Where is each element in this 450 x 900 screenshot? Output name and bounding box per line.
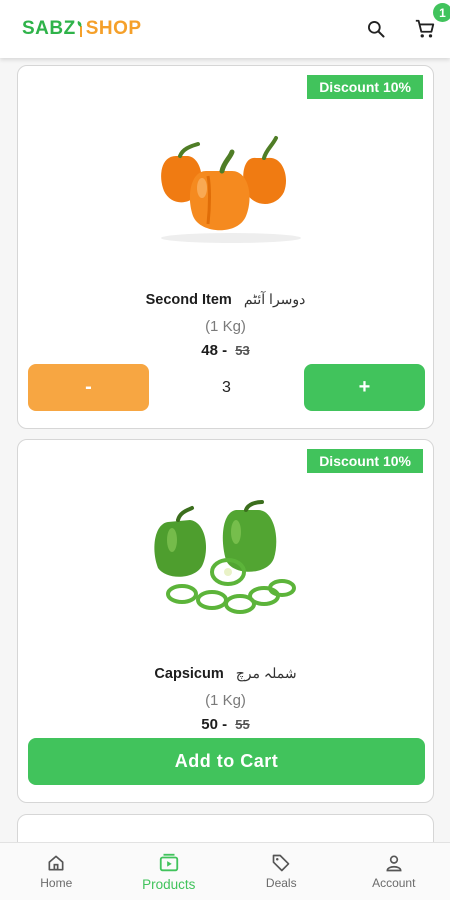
nav-item-account[interactable]: Account <box>338 843 450 900</box>
increase-quantity-button[interactable]: + <box>304 364 425 411</box>
products-icon <box>159 853 178 871</box>
product-price-row: 48 - 53 <box>18 342 433 359</box>
nav-label-home: Home <box>40 876 73 890</box>
search-icon <box>368 21 385 38</box>
orange-pepper-image <box>161 136 301 243</box>
nav-item-home[interactable]: Home <box>0 843 113 900</box>
logo-text-shop: SHOP <box>85 18 142 39</box>
product-name: Capsicum <box>154 666 224 682</box>
app-logo: SABZ SHOP <box>22 18 142 40</box>
nav-label-account: Account <box>372 876 416 890</box>
quantity-stepper: - 3 + <box>28 364 425 411</box>
product-price-row: 50 - 55 <box>18 716 433 733</box>
product-card <box>17 814 434 842</box>
discount-badge: Discount 10% <box>307 449 423 473</box>
product-name: Second Item <box>145 292 232 308</box>
product-name-row: Capsicum شملہ مرچ <box>18 665 433 682</box>
nav-label-products: Products <box>142 876 196 892</box>
bottom-navigation: Home Products Deals Account <box>0 842 450 900</box>
cart-button[interactable]: 1 <box>410 3 450 44</box>
nav-item-products[interactable]: Products <box>113 843 226 900</box>
discount-badge: Discount 10% <box>307 75 423 99</box>
product-card: Discount 10% Second Item دوسرا آئٹم (1 K… <box>17 65 434 429</box>
product-name-row: Second Item دوسرا آئٹم <box>18 291 433 308</box>
app-header: SABZ SHOP 1 <box>0 0 450 58</box>
decrease-quantity-button[interactable]: - <box>28 364 149 411</box>
search-button[interactable] <box>361 14 391 44</box>
add-to-cart-button[interactable]: Add to Cart <box>28 738 425 785</box>
product-unit: (1 Kg) <box>205 692 246 709</box>
product-old-price: 53 <box>235 343 250 358</box>
home-icon <box>48 855 64 871</box>
product-price: 48 - <box>201 342 228 359</box>
product-price: 50 - <box>201 716 228 733</box>
product-card: Discount 10% Capsicum شملہ مرچ (1 Kg) 50… <box>17 439 434 803</box>
product-name-urdu: شملہ مرچ <box>235 665 297 681</box>
cart-icon <box>415 19 435 38</box>
logo-leaf-icon <box>77 21 82 37</box>
tag-icon <box>272 854 290 872</box>
nav-item-deals[interactable]: Deals <box>225 843 338 900</box>
cart-count-badge: 1 <box>433 3 450 22</box>
nav-label-deals: Deals <box>265 876 297 890</box>
green-pepper-image <box>154 500 296 614</box>
quantity-value: 3 <box>222 378 231 396</box>
product-list: Discount 10% Second Item دوسرا آئٹم (1 K… <box>0 58 450 842</box>
product-name-urdu: دوسرا آئٹم <box>243 291 306 307</box>
product-unit: (1 Kg) <box>205 318 246 335</box>
account-icon <box>386 855 402 872</box>
logo-text-sabz: SABZ <box>22 18 76 39</box>
product-old-price: 55 <box>235 717 250 732</box>
app-root: SABZ SHOP 1 Discount 10% Second Item دوس… <box>0 0 450 900</box>
